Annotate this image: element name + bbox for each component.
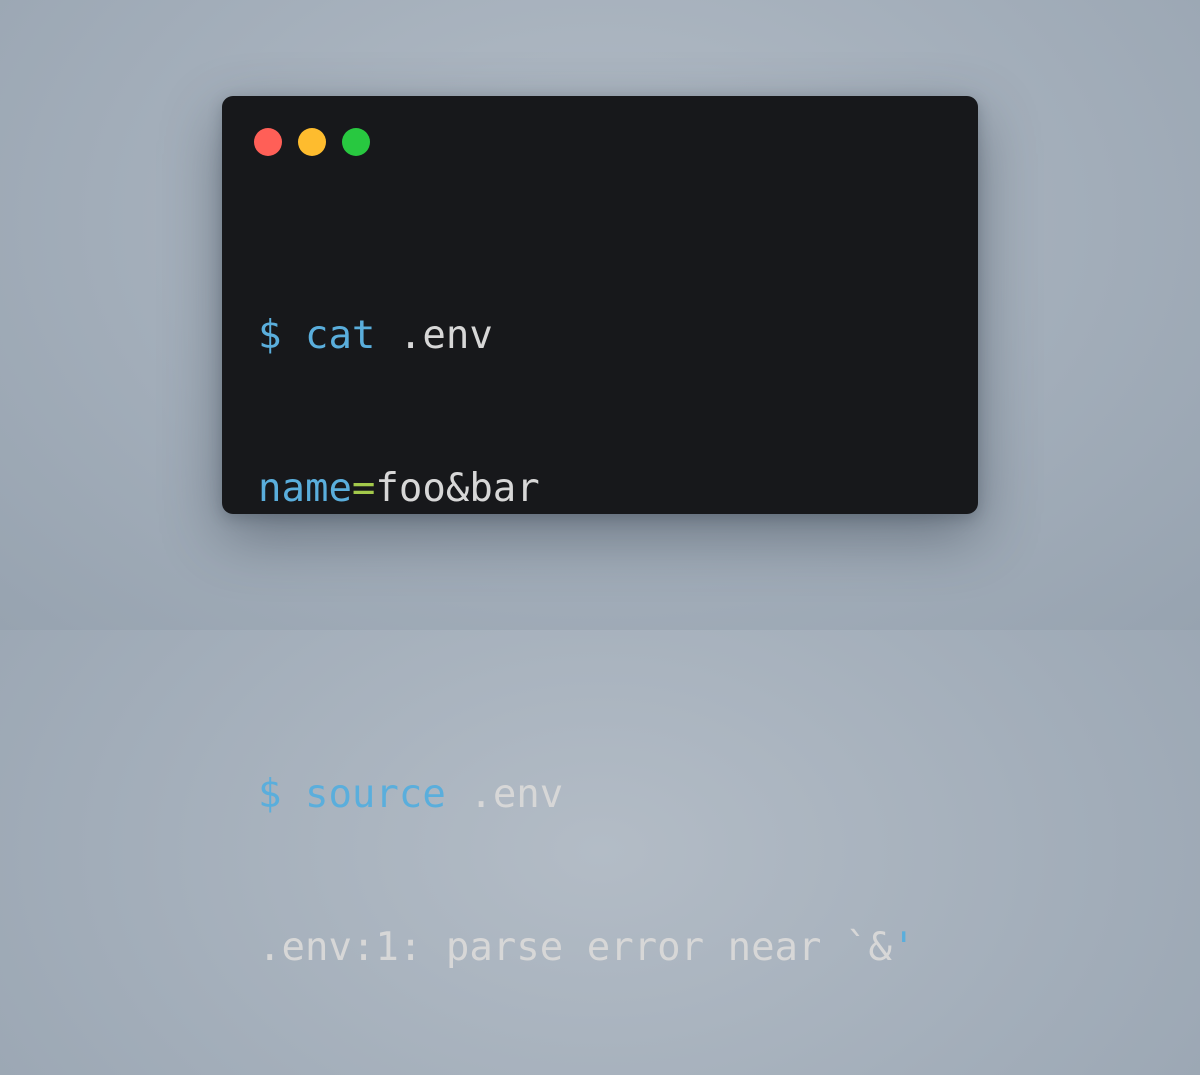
terminal-output: $ cat .env name=foo&bar $ source .env .e…: [258, 208, 915, 1075]
env-value: foo&bar: [375, 466, 540, 511]
prompt-symbol: $: [258, 772, 282, 817]
command-name: source: [304, 772, 446, 817]
window-controls: [254, 128, 370, 156]
env-key: name: [258, 466, 352, 511]
env-content-line: name=foo&bar: [258, 463, 915, 514]
cat-command-line: $ cat .env: [258, 310, 915, 361]
close-window-dot[interactable]: [254, 128, 282, 156]
command-name: cat: [304, 313, 376, 358]
maximize-window-dot[interactable]: [342, 128, 370, 156]
command-argument: .env: [398, 313, 493, 358]
terminal-window: $ cat .env name=foo&bar $ source .env .e…: [222, 96, 978, 970]
command-argument: .env: [469, 772, 564, 817]
source-command-line: $ source .env: [258, 769, 915, 820]
error-line: .env:1: parse error near `&': [258, 922, 915, 973]
error-message: .env:1: parse error near `&: [258, 925, 892, 970]
env-equals: =: [351, 466, 376, 511]
error-closing-quote: ': [891, 925, 916, 970]
minimize-window-dot[interactable]: [298, 128, 326, 156]
prompt-symbol: $: [258, 313, 282, 358]
